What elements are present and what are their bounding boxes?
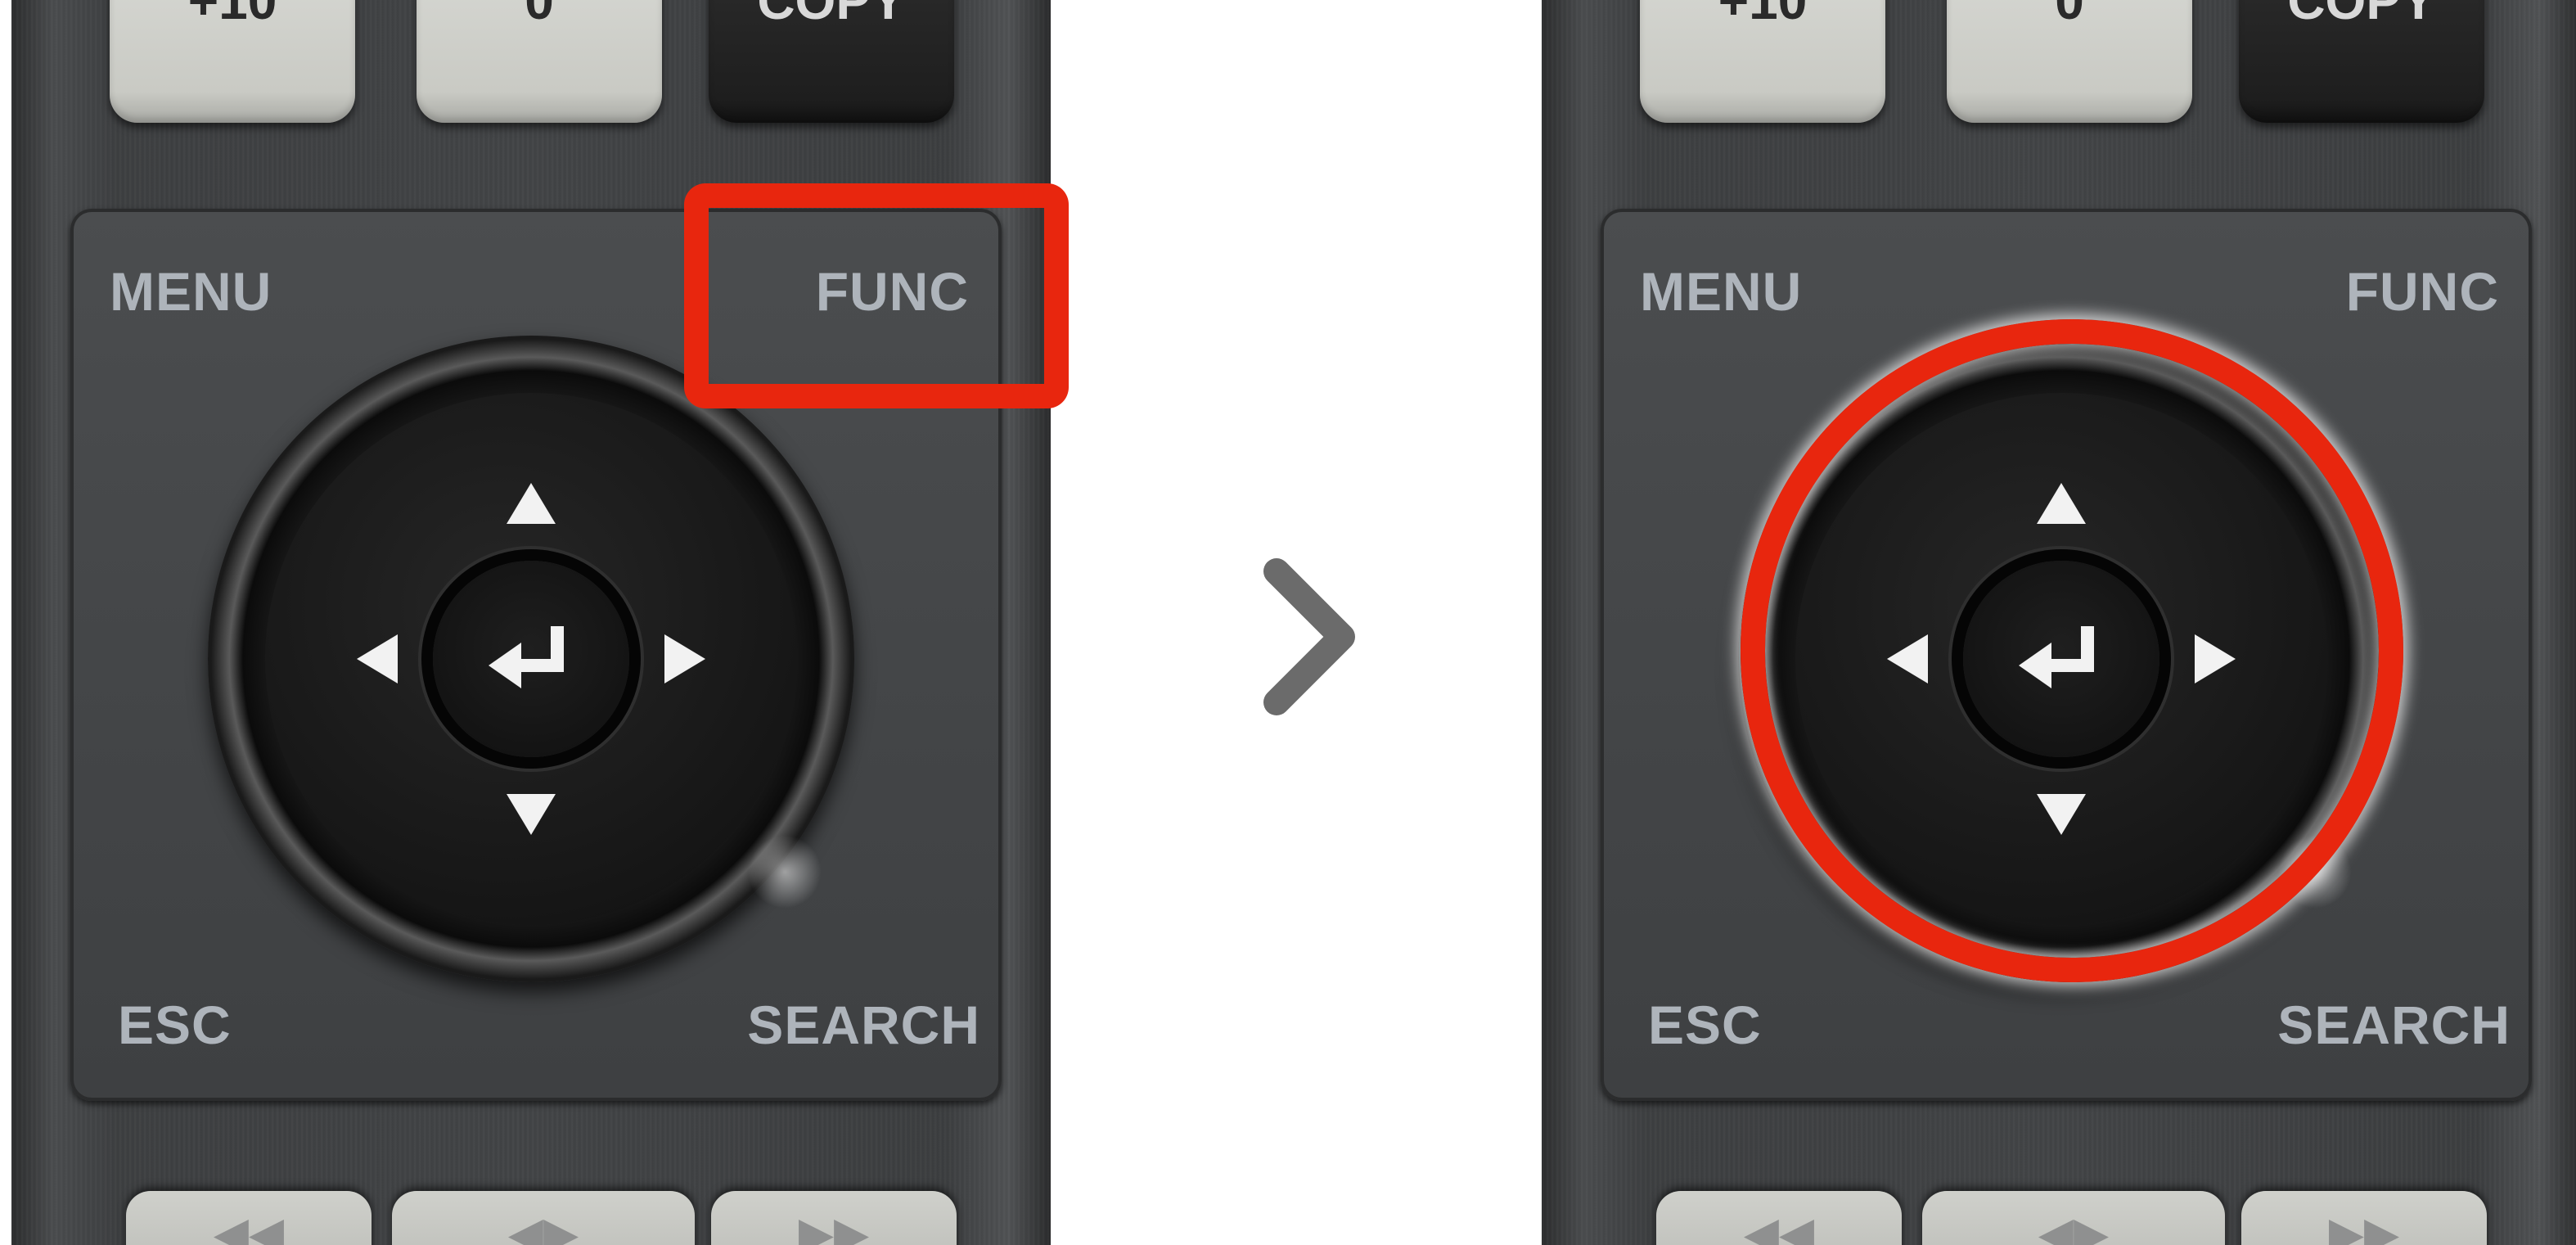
left-arrow-icon[interactable]: [357, 634, 398, 683]
fast-forward-icon: ▶▶: [798, 1207, 870, 1245]
esc-button-label[interactable]: ESC: [118, 994, 232, 1056]
play-pause-icon: ◀▶: [507, 1207, 579, 1245]
fast-forward-button[interactable]: ▶▶: [711, 1191, 957, 1245]
dpad-highlight-circle: [1741, 319, 2403, 982]
key-plus10[interactable]: +10: [110, 0, 355, 123]
enter-button[interactable]: [433, 561, 629, 757]
dpad-surface: [265, 393, 797, 925]
key-copy[interactable]: COPY: [2239, 0, 2484, 123]
directional-pad[interactable]: [208, 336, 854, 982]
fast-forward-button[interactable]: ▶▶: [2241, 1191, 2487, 1245]
func-button-label[interactable]: FUNC: [2346, 260, 2499, 323]
play-pause-button[interactable]: ◀▶: [392, 1191, 695, 1245]
down-arrow-icon[interactable]: [507, 794, 556, 835]
func-highlight-box: [684, 183, 1069, 408]
up-arrow-icon[interactable]: [507, 483, 556, 524]
right-arrow-icon[interactable]: [664, 634, 705, 683]
menu-button-label[interactable]: MENU: [110, 260, 272, 323]
rewind-button[interactable]: ◀◀: [1656, 1191, 1902, 1245]
menu-button-label[interactable]: MENU: [1640, 260, 1802, 323]
rewind-button[interactable]: ◀◀: [126, 1191, 372, 1245]
esc-button-label[interactable]: ESC: [1648, 994, 1762, 1056]
fast-forward-icon: ▶▶: [2328, 1207, 2400, 1245]
play-pause-icon: ◀▶: [2038, 1207, 2110, 1245]
search-button-label[interactable]: SEARCH: [747, 994, 980, 1056]
search-button-label[interactable]: SEARCH: [2277, 994, 2511, 1056]
rewind-icon: ◀◀: [213, 1207, 285, 1245]
chevron-right-icon: [1263, 558, 1355, 715]
rewind-icon: ◀◀: [1743, 1207, 1815, 1245]
key-0[interactable]: 0: [417, 0, 662, 123]
enter-icon: [489, 626, 564, 688]
play-pause-button[interactable]: ◀▶: [1922, 1191, 2225, 1245]
key-0[interactable]: 0: [1947, 0, 2192, 123]
key-plus10[interactable]: +10: [1640, 0, 1885, 123]
key-copy[interactable]: COPY: [709, 0, 954, 123]
